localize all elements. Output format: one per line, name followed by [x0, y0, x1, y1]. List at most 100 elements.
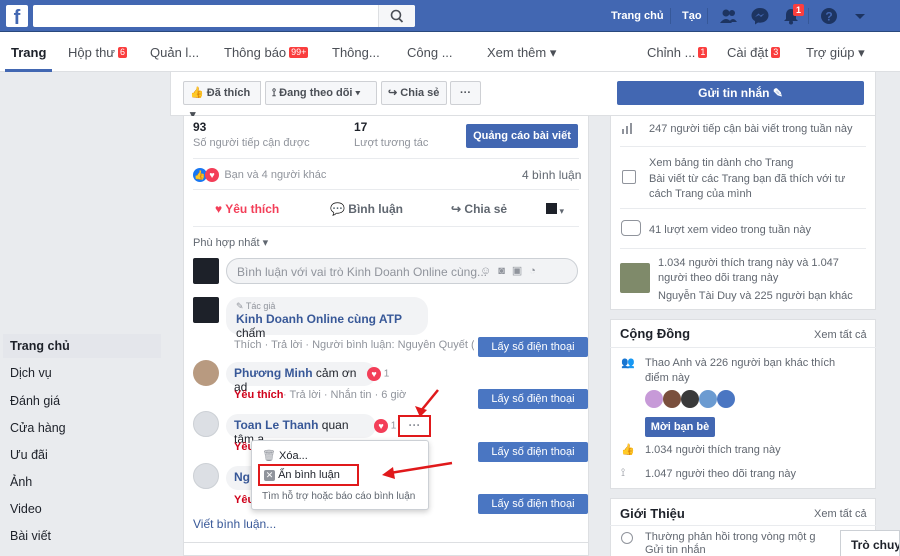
search-button[interactable] — [378, 5, 415, 27]
comment-sort-dropdown[interactable]: Phù hợp nhất ▾ — [193, 236, 268, 249]
messenger-small-icon — [621, 532, 633, 544]
tab-insights[interactable]: Thông... — [332, 45, 380, 60]
comment-post-button[interactable]: 💬 Bình luận — [330, 202, 403, 216]
trash-icon: 🗑 — [262, 450, 276, 462]
insight-feed-desc: Bài viết từ các Trang bạn đã thích với t… — [649, 173, 846, 200]
left-nav-offers[interactable]: Ưu đãi — [10, 448, 48, 462]
left-nav-videos[interactable]: Video — [10, 502, 42, 516]
avatar[interactable] — [699, 390, 717, 408]
left-nav-posts[interactable]: Bài viết — [10, 529, 51, 543]
left-nav-shop[interactable]: Cửa hàng — [10, 421, 66, 435]
liked-label: Đã thích — [206, 87, 251, 99]
share-page-button[interactable]: ↪ Chia sẻ — [381, 81, 447, 105]
send-message-label: Gửi tin nhắn — [698, 86, 770, 100]
home-link[interactable]: Trang chủ — [611, 10, 664, 22]
comment-reaction-count[interactable]: ♥ 1 — [367, 367, 389, 381]
share-post-button[interactable]: ↪ Chia sẻ — [451, 202, 507, 216]
facebook-logo-icon[interactable]: f — [6, 5, 28, 27]
left-nav-reviews[interactable]: Đánh giá — [10, 394, 60, 408]
get-phone-button[interactable]: Lấy số điện thoại — [478, 494, 588, 514]
avatar[interactable] — [663, 390, 681, 408]
insight-reach: 247 người tiếp cận bài viết trong tuần n… — [649, 123, 853, 135]
tab-manage[interactable]: Quản l... — [150, 45, 199, 60]
pencil-icon: ✎ — [236, 301, 244, 311]
search-input[interactable] — [33, 5, 415, 27]
avatar[interactable] — [681, 390, 699, 408]
tab-tools[interactable]: Công ... — [407, 45, 453, 60]
about-see-all-link[interactable]: Xem tất cả — [814, 507, 867, 522]
menu-item-delete[interactable]: 🗑 Xóa... — [262, 449, 308, 462]
menu-item-report[interactable]: Tìm hỗ trợ hoặc báo cáo bình luận — [262, 491, 415, 502]
friend-photo[interactable] — [620, 263, 650, 293]
tab-settings[interactable]: Cài đặt 3 — [727, 45, 781, 60]
avatar[interactable] — [717, 390, 735, 408]
friend-requests-icon[interactable] — [718, 6, 738, 26]
community-see-all-link[interactable]: Xem tất cả — [814, 328, 867, 343]
messenger-icon[interactable] — [750, 6, 770, 26]
community-likes-total: 1.034 người thích trang này — [645, 444, 781, 456]
invite-friends-button[interactable]: Mời bạn bè — [645, 417, 715, 437]
tab-edit[interactable]: Chỉnh ... 1 — [647, 45, 708, 60]
write-comment-link[interactable]: Viết bình luận... — [193, 517, 276, 531]
gif-icon[interactable]: ▣ — [512, 265, 529, 277]
post-as-selector[interactable]: ▾ — [546, 203, 570, 217]
insight-feed-link[interactable]: Xem bảng tin dành cho Trang — [649, 156, 864, 171]
left-nav-home[interactable]: Trang chủ — [10, 339, 70, 353]
help-icon[interactable]: ? — [819, 6, 839, 26]
account-menu-icon[interactable] — [850, 6, 870, 26]
get-phone-button[interactable]: Lấy số điện thoại — [478, 389, 588, 409]
heart-icon: ♥ — [215, 202, 223, 216]
tab-help[interactable]: Trợ giúp ▾ — [806, 45, 865, 61]
composer-icons: ☺◙▣◔ — [480, 264, 543, 277]
comment-author[interactable]: Ng — [234, 470, 250, 484]
send-message-button[interactable]: Gửi tin nhắn ✎ — [617, 81, 864, 105]
menu-item-hide-comment[interactable]: ✕ Ẩn bình luận — [258, 464, 359, 486]
comment-author[interactable]: Kinh Doanh Online cùng ATP — [236, 312, 402, 326]
following-button[interactable]: ⟟ Đang theo dõi ▾ — [265, 81, 377, 105]
comment-author[interactable]: Toan Le Thanh — [234, 418, 318, 432]
comment-author[interactable]: Phương Minh — [234, 366, 313, 380]
active-tab-indicator — [5, 69, 52, 72]
create-link[interactable]: Tạo — [682, 10, 702, 22]
comment-meta: Thích · Trả lời · Người bình luận: Nguyễ… — [234, 339, 474, 351]
liked-button[interactable]: 👍 Đã thích ▾ — [183, 81, 261, 121]
comment-love-link[interactable]: Yêu thích — [234, 389, 284, 401]
get-phone-button[interactable]: Lấy số điện thoại — [478, 442, 588, 462]
reaction-summary[interactable]: 👍 ♥ Bạn và 4 người khác — [193, 167, 326, 182]
avatar[interactable] — [645, 390, 663, 408]
tab-more[interactable]: Xem thêm ▾ — [487, 45, 556, 61]
share-arrow-icon: ↪ — [451, 202, 462, 216]
page-avatar — [193, 258, 219, 284]
comment-avatar[interactable] — [193, 297, 219, 323]
comment-avatar[interactable] — [193, 411, 219, 437]
comment-avatar[interactable] — [193, 463, 219, 489]
chart-icon — [622, 122, 632, 134]
author-tag-label: Tác giả — [245, 301, 276, 311]
tab-notifications[interactable]: Thông báo 99+ — [224, 45, 309, 60]
left-nav-photos[interactable]: Ảnh — [10, 475, 32, 489]
insight-followers: 1.034 người thích trang này và 1.047 ngư… — [658, 257, 839, 284]
camera-icon[interactable]: ◙ — [498, 265, 512, 277]
following-label: Đang theo dõi — [279, 87, 353, 99]
emoji-icon[interactable]: ☺ — [480, 265, 498, 277]
comment-avatar[interactable] — [193, 360, 219, 386]
about-title: Giới Thiệu — [620, 506, 685, 521]
more-options-button[interactable]: ··· — [450, 81, 481, 105]
hide-label: Ẩn bình luận — [278, 469, 340, 481]
comment-bubble: ✎ Tác giả Kinh Doanh Online cùng ATP chấ… — [226, 297, 428, 340]
insight-friends-link[interactable]: Nguyễn Tài Duy và 225 người bạn khác — [658, 289, 866, 304]
left-nav-services[interactable]: Dịch vụ — [10, 366, 52, 380]
tab-inbox[interactable]: Hộp thư 6 — [68, 45, 128, 60]
about-send-message-link[interactable]: Gửi tin nhắn — [645, 543, 706, 556]
get-phone-button[interactable]: Lấy số điện thoại — [478, 337, 588, 357]
sticker-icon[interactable]: ◔ — [529, 265, 543, 277]
divider — [193, 158, 579, 159]
divider — [193, 189, 579, 190]
chat-tab[interactable]: Trò chuyện — [840, 530, 900, 556]
tab-page[interactable]: Trang — [11, 45, 46, 60]
love-post-button[interactable]: ♥ Yêu thích — [215, 202, 279, 216]
comment-count[interactable]: 4 bình luận — [522, 168, 581, 182]
friend-avatars — [645, 390, 745, 410]
boost-post-button[interactable]: Quảng cáo bài viết — [466, 124, 578, 148]
tab-label: Thông báo — [224, 45, 287, 60]
